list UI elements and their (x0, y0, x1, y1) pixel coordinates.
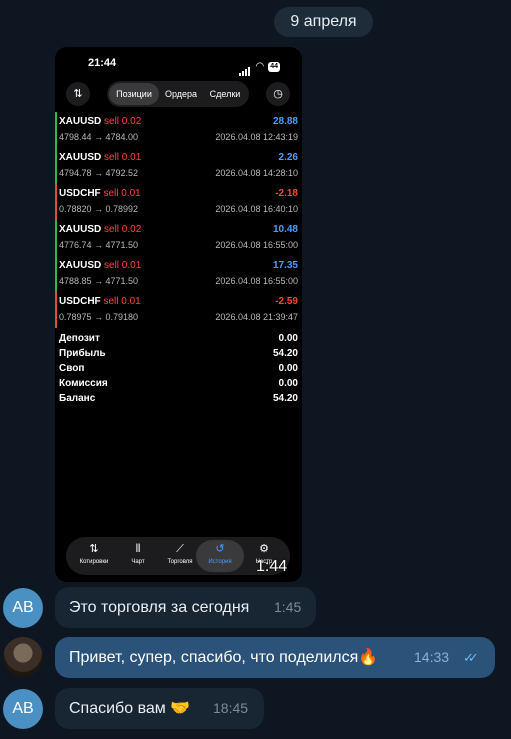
trade-row[interactable]: USDCHF sell 0.01 0.78975 → 0.79180 -2.59 20… (55, 292, 302, 328)
trade-close-time: 2026.04.08 16:40:10 (215, 204, 298, 214)
trade-profit: 2.26 (278, 152, 298, 163)
trade-row[interactable]: XAUUSD sell 0.01 4794.78 → 4792.52 2.26 202… (55, 148, 302, 184)
trade-side: sell 0.02 (104, 224, 142, 235)
trade-close-time: 2026.04.08 16:55:00 (215, 240, 298, 250)
avatar[interactable]: AB (3, 689, 43, 729)
trade-title: XAUUSD sell 0.02 (59, 224, 141, 235)
trade-prices: 0.78975 → 0.79180 (59, 312, 139, 322)
battery-icon: 44 (268, 62, 280, 72)
signal-icon (239, 58, 251, 76)
trade-symbol: USDCHF (59, 188, 101, 199)
clock-icon[interactable]: ◷ (266, 82, 290, 106)
trade-prices: 4776.74 → 4771.50 (59, 240, 139, 250)
trade-row[interactable]: XAUUSD sell 0.01 4788.85 → 4771.50 17.35 20… (55, 256, 302, 292)
trade-title: XAUUSD sell 0.02 (59, 116, 141, 127)
trade-symbol: XAUUSD (59, 116, 102, 127)
chart-candles-icon: ⫴ (135, 543, 141, 555)
trade-result-indicator (55, 220, 57, 256)
trade-title: USDCHF sell 0.01 (59, 188, 141, 199)
trade-result-indicator (55, 292, 57, 328)
trade-profit: 10.48 (272, 224, 298, 235)
wifi-icon: ◠ (255, 61, 265, 72)
history-segmented-control: Позиции Ордера Сделки (107, 81, 249, 107)
summary-row: Депозит 0.00 (59, 333, 298, 344)
phone-status-bar: 21:44 ◠ 44 (55, 57, 302, 76)
sort-icon[interactable]: ⇅ (66, 82, 90, 106)
tab-deals[interactable]: Сделки (203, 83, 247, 105)
avatar[interactable] (3, 637, 43, 677)
trade-profit: 17.35 (272, 260, 298, 271)
tab-orders[interactable]: Ордера (159, 83, 203, 105)
trade-profit: -2.59 (275, 296, 298, 307)
quotes-icon: ⇅ (89, 543, 99, 555)
trade-close-time: 2026.04.08 14:28:10 (215, 168, 298, 178)
trade-result-indicator (55, 184, 57, 220)
trade-symbol: XAUUSD (59, 152, 102, 163)
message-bubble[interactable]: Спасибо вам 🤝 18:45 (55, 688, 264, 729)
summary-row: Своп 0.00 (59, 363, 298, 374)
trade-side: sell 0.01 (103, 188, 141, 199)
trade-side: sell 0.01 (104, 152, 142, 163)
trade-prices: 4798.44 → 4784.00 (59, 132, 139, 142)
trade-symbol: XAUUSD (59, 224, 102, 235)
trade-result-indicator (55, 256, 57, 292)
trade-title: USDCHF sell 0.01 (59, 296, 141, 307)
trade-row[interactable]: XAUUSD sell 0.02 4798.44 → 4784.00 28.88 20… (55, 112, 302, 148)
trade-side: sell 0.02 (104, 116, 142, 127)
message-time: 14:33 (414, 649, 450, 665)
history-icon: ↺ (215, 543, 225, 555)
summary-row: Комиссия 0.00 (59, 378, 298, 389)
trade-result-indicator (55, 112, 57, 148)
tab-history[interactable]: ↺ История (196, 540, 244, 572)
message-bubble[interactable]: Привет, супер, спасибо, что поделился🔥 1… (55, 637, 495, 678)
summary-row: Прибыль 54.20 (59, 348, 298, 359)
trade-result-indicator (55, 148, 57, 184)
date-separator: 9 апреля (274, 7, 373, 37)
trade-row[interactable]: XAUUSD sell 0.02 4776.74 → 4771.50 10.48 20… (55, 220, 302, 256)
trade-prices: 0.78820 → 0.78992 (59, 204, 139, 214)
summary-row: Баланс 54.20 (59, 393, 298, 404)
message-text: Это торговля за сегодня (69, 599, 250, 616)
trade-close-time: 2026.04.08 21:39:47 (215, 312, 298, 322)
avatar[interactable]: AB (3, 588, 43, 628)
message-bubble[interactable]: Это торговля за сегодня 1:45 (55, 587, 316, 628)
tab-chart[interactable]: ⫴ Чарт (116, 540, 160, 572)
trade-title: XAUUSD sell 0.01 (59, 260, 141, 271)
trade-profit: 28.88 (272, 116, 298, 127)
trade-row[interactable]: USDCHF sell 0.01 0.78820 → 0.78992 -2.18 20… (55, 184, 302, 220)
trade-close-time: 2026.04.08 12:43:19 (215, 132, 298, 142)
trade-side: sell 0.01 (104, 260, 142, 271)
shared-screenshot[interactable]: 21:44 ◠ 44 ⇅ Позиции Ордера Сделки ◷ XAU… (55, 47, 302, 582)
media-time-label: 1:44 (256, 558, 288, 575)
tab-positions[interactable]: Позиции (109, 83, 159, 105)
trade-prices: 4788.85 → 4771.50 (59, 276, 139, 286)
trade-title: XAUUSD sell 0.01 (59, 152, 141, 163)
trade-close-time: 2026.04.08 16:55:00 (215, 276, 298, 286)
read-checkmarks-icon: ✓✓ (463, 650, 479, 665)
message-text: Спасибо вам 🤝 (69, 700, 191, 717)
settings-icon: ⚙ (259, 543, 269, 555)
message-text: Привет, супер, спасибо, что поделился🔥 (69, 649, 379, 666)
trade-profit: -2.18 (275, 188, 298, 199)
message-time: 1:45 (274, 599, 302, 615)
phone-clock: 21:44 (88, 57, 117, 69)
account-summary: Депозит 0.00 Прибыль 54.20 Своп 0.00 Комисс… (59, 331, 298, 406)
tab-quotes[interactable]: ⇅ Котировки (72, 540, 116, 572)
trade-side: sell 0.01 (103, 296, 141, 307)
trade-symbol: XAUUSD (59, 260, 102, 271)
trade-prices: 4794.78 → 4792.52 (59, 168, 139, 178)
message-time: 18:45 (213, 700, 249, 716)
trade-symbol: USDCHF (59, 296, 101, 307)
